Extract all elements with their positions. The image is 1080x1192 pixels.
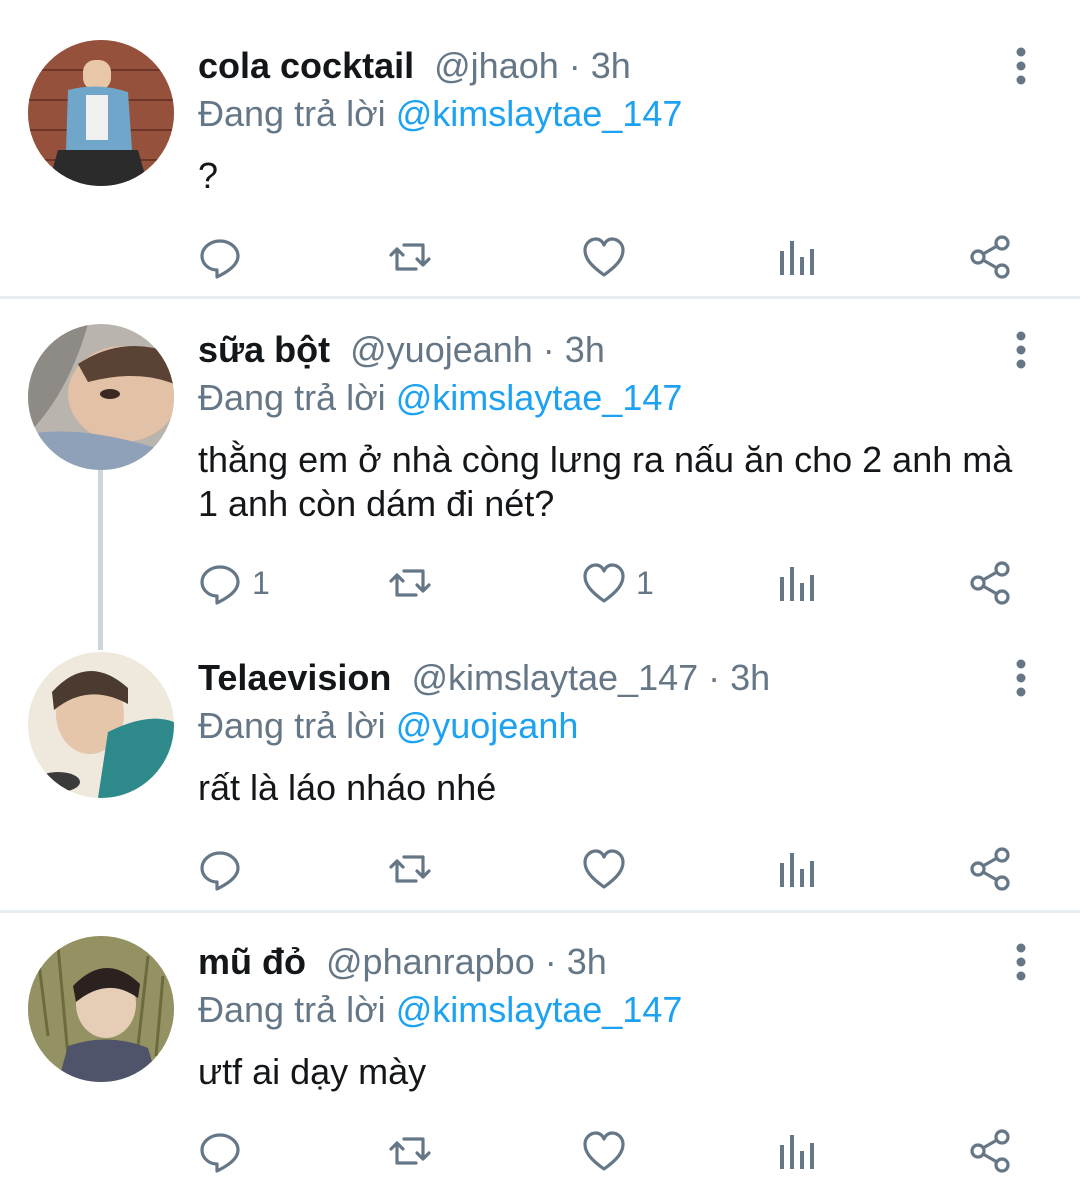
share-button[interactable] — [968, 844, 1012, 894]
replying-to: Đang trả lời @kimslaytae_147 — [198, 376, 682, 420]
mention-link[interactable]: @kimslaytae_147 — [396, 93, 683, 134]
reply-icon — [200, 1133, 240, 1173]
divider — [0, 296, 1080, 299]
mention-link[interactable]: @kimslaytae_147 — [396, 377, 683, 418]
display-name[interactable]: sữa bột — [198, 329, 330, 370]
share-button[interactable] — [968, 232, 1012, 282]
retweet-icon — [389, 569, 431, 597]
more-vertical-icon — [1016, 943, 1026, 981]
avatar[interactable] — [28, 324, 174, 470]
more-button[interactable] — [1004, 44, 1038, 88]
tweet-text: ? — [198, 155, 219, 196]
like-button[interactable] — [582, 1126, 636, 1176]
analytics-icon — [780, 853, 814, 887]
mention-link[interactable]: @kimslaytae_147 — [396, 989, 683, 1030]
avatar[interactable] — [28, 936, 174, 1082]
reply-prefix: Đang trả lời — [198, 377, 386, 418]
reply-button[interactable] — [198, 232, 252, 282]
views-button[interactable] — [776, 844, 820, 894]
share-icon — [970, 847, 1010, 891]
reply-icon — [200, 239, 240, 279]
retweet-button[interactable] — [388, 558, 432, 608]
reply-prefix: Đang trả lời — [198, 989, 386, 1030]
analytics-icon — [780, 1135, 814, 1169]
user-handle[interactable]: @jhaoh — [434, 45, 559, 86]
tweet-actions — [198, 844, 1038, 894]
tweet-4[interactable]: mũ đỏ @phanrapbo · 3h Đang trả lời @kims… — [0, 914, 1080, 1192]
heart-icon — [583, 849, 625, 889]
user-handle[interactable]: @yuojeanh — [350, 329, 533, 370]
tweet-text: thằng em ở nhà còng lưng ra nấu ăn cho 2… — [198, 439, 1013, 524]
tweet-text: ưtf ai dạy mày — [198, 1051, 427, 1092]
reply-icon — [200, 565, 240, 605]
tweet-2[interactable]: sữa bột @yuojeanh · 3h Đang trả lời @kim… — [0, 300, 1080, 630]
retweet-icon — [389, 243, 431, 271]
replying-to: Đang trả lời @kimslaytae_147 — [198, 92, 682, 136]
tweet-actions: 1 1 — [198, 558, 1038, 608]
like-button[interactable] — [582, 232, 636, 282]
views-button[interactable] — [776, 232, 820, 282]
reply-icon — [200, 851, 240, 891]
views-button[interactable] — [776, 1126, 820, 1176]
retweet-button[interactable] — [388, 1126, 432, 1176]
retweet-button[interactable] — [388, 844, 432, 894]
mention-link[interactable]: @yuojeanh — [396, 705, 579, 746]
share-button[interactable] — [968, 558, 1012, 608]
timestamp[interactable]: 3h — [567, 941, 607, 982]
reply-button[interactable] — [198, 1126, 252, 1176]
reply-count: 1 — [252, 564, 270, 601]
tweet-3[interactable]: Telaevision @kimslaytae_147 · 3h Đang tr… — [0, 630, 1080, 910]
like-button[interactable] — [582, 844, 636, 894]
views-button[interactable] — [776, 558, 820, 608]
analytics-icon — [780, 241, 814, 275]
tweet-1[interactable]: cola cocktail @jhaoh · 3h Đang trả lời @… — [0, 0, 1080, 298]
heart-icon — [583, 1131, 625, 1171]
like-count: 1 — [636, 564, 654, 601]
tweet-text: rất là láo nháo nhé — [198, 767, 497, 808]
avatar[interactable] — [28, 40, 174, 186]
more-vertical-icon — [1016, 659, 1026, 697]
display-name[interactable]: Telaevision — [198, 657, 391, 698]
heart-icon — [583, 563, 625, 603]
display-name[interactable]: mũ đỏ — [198, 941, 306, 982]
timestamp[interactable]: 3h — [565, 329, 605, 370]
avatar[interactable] — [28, 652, 174, 798]
reply-button[interactable]: 1 — [198, 558, 270, 608]
reply-prefix: Đang trả lời — [198, 93, 386, 134]
share-icon — [970, 561, 1010, 605]
timestamp[interactable]: 3h — [730, 657, 770, 698]
share-icon — [970, 235, 1010, 279]
tweet-actions — [198, 1126, 1038, 1176]
like-button[interactable]: 1 — [582, 558, 654, 608]
retweet-icon — [389, 855, 431, 883]
user-handle[interactable]: @phanrapbo — [326, 941, 535, 982]
share-icon — [970, 1129, 1010, 1173]
retweet-button[interactable] — [388, 232, 432, 282]
more-button[interactable] — [1004, 656, 1038, 700]
replying-to: Đang trả lời @yuojeanh — [198, 704, 578, 748]
display-name[interactable]: cola cocktail — [198, 45, 414, 86]
more-vertical-icon — [1016, 331, 1026, 369]
more-vertical-icon — [1016, 47, 1026, 85]
share-button[interactable] — [968, 1126, 1012, 1176]
retweet-icon — [389, 1137, 431, 1165]
reply-prefix: Đang trả lời — [198, 705, 386, 746]
reply-button[interactable] — [198, 844, 252, 894]
user-handle[interactable]: @kimslaytae_147 — [411, 657, 698, 698]
heart-icon — [583, 237, 625, 277]
more-button[interactable] — [1004, 328, 1038, 372]
tweet-actions — [198, 232, 1038, 282]
more-button[interactable] — [1004, 940, 1038, 984]
analytics-icon — [780, 567, 814, 601]
divider — [0, 910, 1080, 913]
timestamp[interactable]: 3h — [591, 45, 631, 86]
replying-to: Đang trả lời @kimslaytae_147 — [198, 988, 682, 1032]
